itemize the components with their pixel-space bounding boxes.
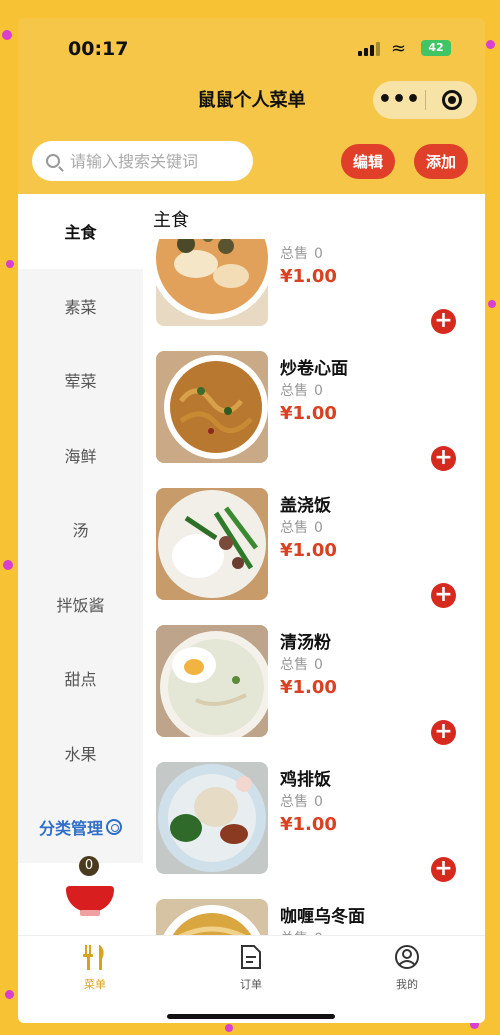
- tab-menu[interactable]: 菜单: [55, 942, 135, 992]
- category-sidebar: 主食 素菜 荤菜 海鲜 汤 拌饭酱 甜点 水果 分类管理: [18, 194, 143, 863]
- dish-sales: 总售0: [280, 928, 323, 935]
- tab-orders[interactable]: 订单: [211, 942, 291, 992]
- dish-name: 鸡排饭: [280, 770, 331, 790]
- document-icon: [211, 942, 291, 972]
- dish-photo: [156, 239, 268, 326]
- dish-sales-count: 0: [314, 246, 323, 262]
- tab-bar: 菜单 订单 我的: [18, 935, 485, 1023]
- dish-name: 清汤粉: [280, 633, 331, 653]
- dish-item[interactable]: 炒卷心面 总售 0 ¥1.00 +: [153, 351, 483, 471]
- dish-item[interactable]: 总售 0 ¥1.00 +: [153, 239, 483, 334]
- cart-bowl-button[interactable]: 0: [62, 856, 118, 922]
- dish-sales: 总售 0: [280, 380, 323, 400]
- tab-menu-label: 菜单: [84, 978, 106, 991]
- phone-screen: 00:17 ≈ 42 鼠鼠个人菜单 ••• 编辑 添加 主食 素菜 荤菜 海鲜 …: [18, 18, 485, 1023]
- dish-price: ¥1.00: [280, 540, 337, 561]
- search-bar[interactable]: [32, 141, 253, 181]
- bowl-icon: [66, 886, 114, 912]
- background-dot: [486, 40, 495, 49]
- cart-count-badge: 0: [79, 856, 99, 876]
- battery-icon: 42: [421, 40, 451, 56]
- bowl-base: [80, 910, 100, 916]
- add-to-cart-button[interactable]: +: [431, 857, 456, 882]
- status-time: 00:17: [68, 38, 129, 60]
- status-bar: 00:17 ≈ 42: [18, 18, 485, 78]
- dish-sales: 总售 0: [280, 654, 323, 674]
- background-dot: [225, 1024, 233, 1032]
- dish-list: 总售 0 ¥1.00 + 炒卷心面 总售 0 ¥1.00 + 盖浇饭 总售 0 …: [153, 239, 483, 935]
- dish-photo: [156, 762, 268, 874]
- tab-profile-label: 我的: [396, 978, 418, 991]
- sidebar-item-dessert[interactable]: 甜点: [18, 641, 143, 716]
- category-manage-link[interactable]: 分类管理: [18, 790, 143, 865]
- user-icon: [367, 942, 447, 972]
- dish-price: ¥1.00: [280, 403, 337, 424]
- sidebar-item-staple[interactable]: 主食: [18, 194, 143, 269]
- dish-photo: [156, 625, 268, 737]
- dish-photo: [156, 351, 268, 463]
- dish-item[interactable]: 咖喱乌冬面 总售0: [153, 899, 483, 935]
- dish-name: 炒卷心面: [280, 359, 348, 379]
- search-icon: [46, 154, 60, 168]
- gear-icon: [106, 819, 122, 836]
- dish-price: ¥1.00: [280, 814, 337, 835]
- dish-sales-label: 总售: [280, 794, 308, 810]
- dish-sales-label: 总售: [280, 383, 308, 399]
- add-to-cart-button[interactable]: +: [431, 446, 456, 471]
- sidebar-item-soup[interactable]: 汤: [18, 492, 143, 567]
- background-dot: [6, 260, 14, 268]
- tab-profile[interactable]: 我的: [367, 942, 447, 992]
- sidebar-item-rice-sauce[interactable]: 拌饭酱: [18, 567, 143, 642]
- tab-orders-label: 订单: [240, 978, 262, 991]
- dish-sales-count: 0: [314, 657, 323, 673]
- background-dot: [2, 30, 12, 40]
- dish-sales: 总售 0: [280, 791, 323, 811]
- add-to-cart-button[interactable]: +: [431, 720, 456, 745]
- sidebar-item-meat[interactable]: 荤菜: [18, 343, 143, 418]
- dish-name: 盖浇饭: [280, 496, 331, 516]
- category-manage-label: 分类管理: [38, 819, 103, 839]
- dish-sales-count: 0: [314, 520, 323, 536]
- sidebar-item-vegetable[interactable]: 素菜: [18, 269, 143, 344]
- background-dot: [3, 560, 13, 570]
- dish-sales: 总售 0: [280, 517, 323, 537]
- close-target-icon[interactable]: [426, 90, 477, 110]
- dish-item[interactable]: 清汤粉 总售 0 ¥1.00 +: [153, 625, 483, 745]
- dish-price: ¥1.00: [280, 266, 337, 287]
- sidebar-item-seafood[interactable]: 海鲜: [18, 418, 143, 493]
- utensils-icon: [55, 942, 135, 972]
- mini-program-capsule: •••: [373, 81, 477, 119]
- wifi-icon: ≈: [391, 38, 407, 59]
- more-icon[interactable]: •••: [373, 89, 425, 111]
- dish-sales-count: 0: [314, 383, 323, 399]
- dish-sales-label: 总售: [280, 657, 308, 673]
- main-content: 主食 素菜 荤菜 海鲜 汤 拌饭酱 甜点 水果 分类管理 0 主食 总售 0 ¥…: [18, 194, 485, 935]
- dish-photo: [156, 899, 268, 935]
- dish-item[interactable]: 盖浇饭 总售 0 ¥1.00 +: [153, 488, 483, 608]
- dish-sales-label: 总售: [280, 246, 308, 262]
- home-indicator: [167, 1014, 335, 1019]
- background-dot: [488, 300, 496, 308]
- sidebar-item-fruit[interactable]: 水果: [18, 716, 143, 791]
- dish-sales-label: 总售: [280, 520, 308, 536]
- add-to-cart-button[interactable]: +: [431, 583, 456, 608]
- dish-sales-count: 0: [314, 794, 323, 810]
- section-title: 主食: [153, 210, 189, 231]
- dish-sales: 总售 0: [280, 243, 323, 263]
- add-button[interactable]: 添加: [414, 144, 468, 179]
- dish-photo: [156, 488, 268, 600]
- edit-button[interactable]: 编辑: [341, 144, 395, 179]
- signal-icon: [358, 42, 380, 56]
- battery-level: 42: [428, 41, 444, 54]
- dish-price: ¥1.00: [280, 677, 337, 698]
- dish-name: 咖喱乌冬面: [280, 907, 365, 927]
- add-to-cart-button[interactable]: +: [431, 309, 456, 334]
- background-dot: [5, 990, 14, 999]
- search-input[interactable]: [70, 151, 230, 171]
- dish-item[interactable]: 鸡排饭 总售 0 ¥1.00 +: [153, 762, 483, 882]
